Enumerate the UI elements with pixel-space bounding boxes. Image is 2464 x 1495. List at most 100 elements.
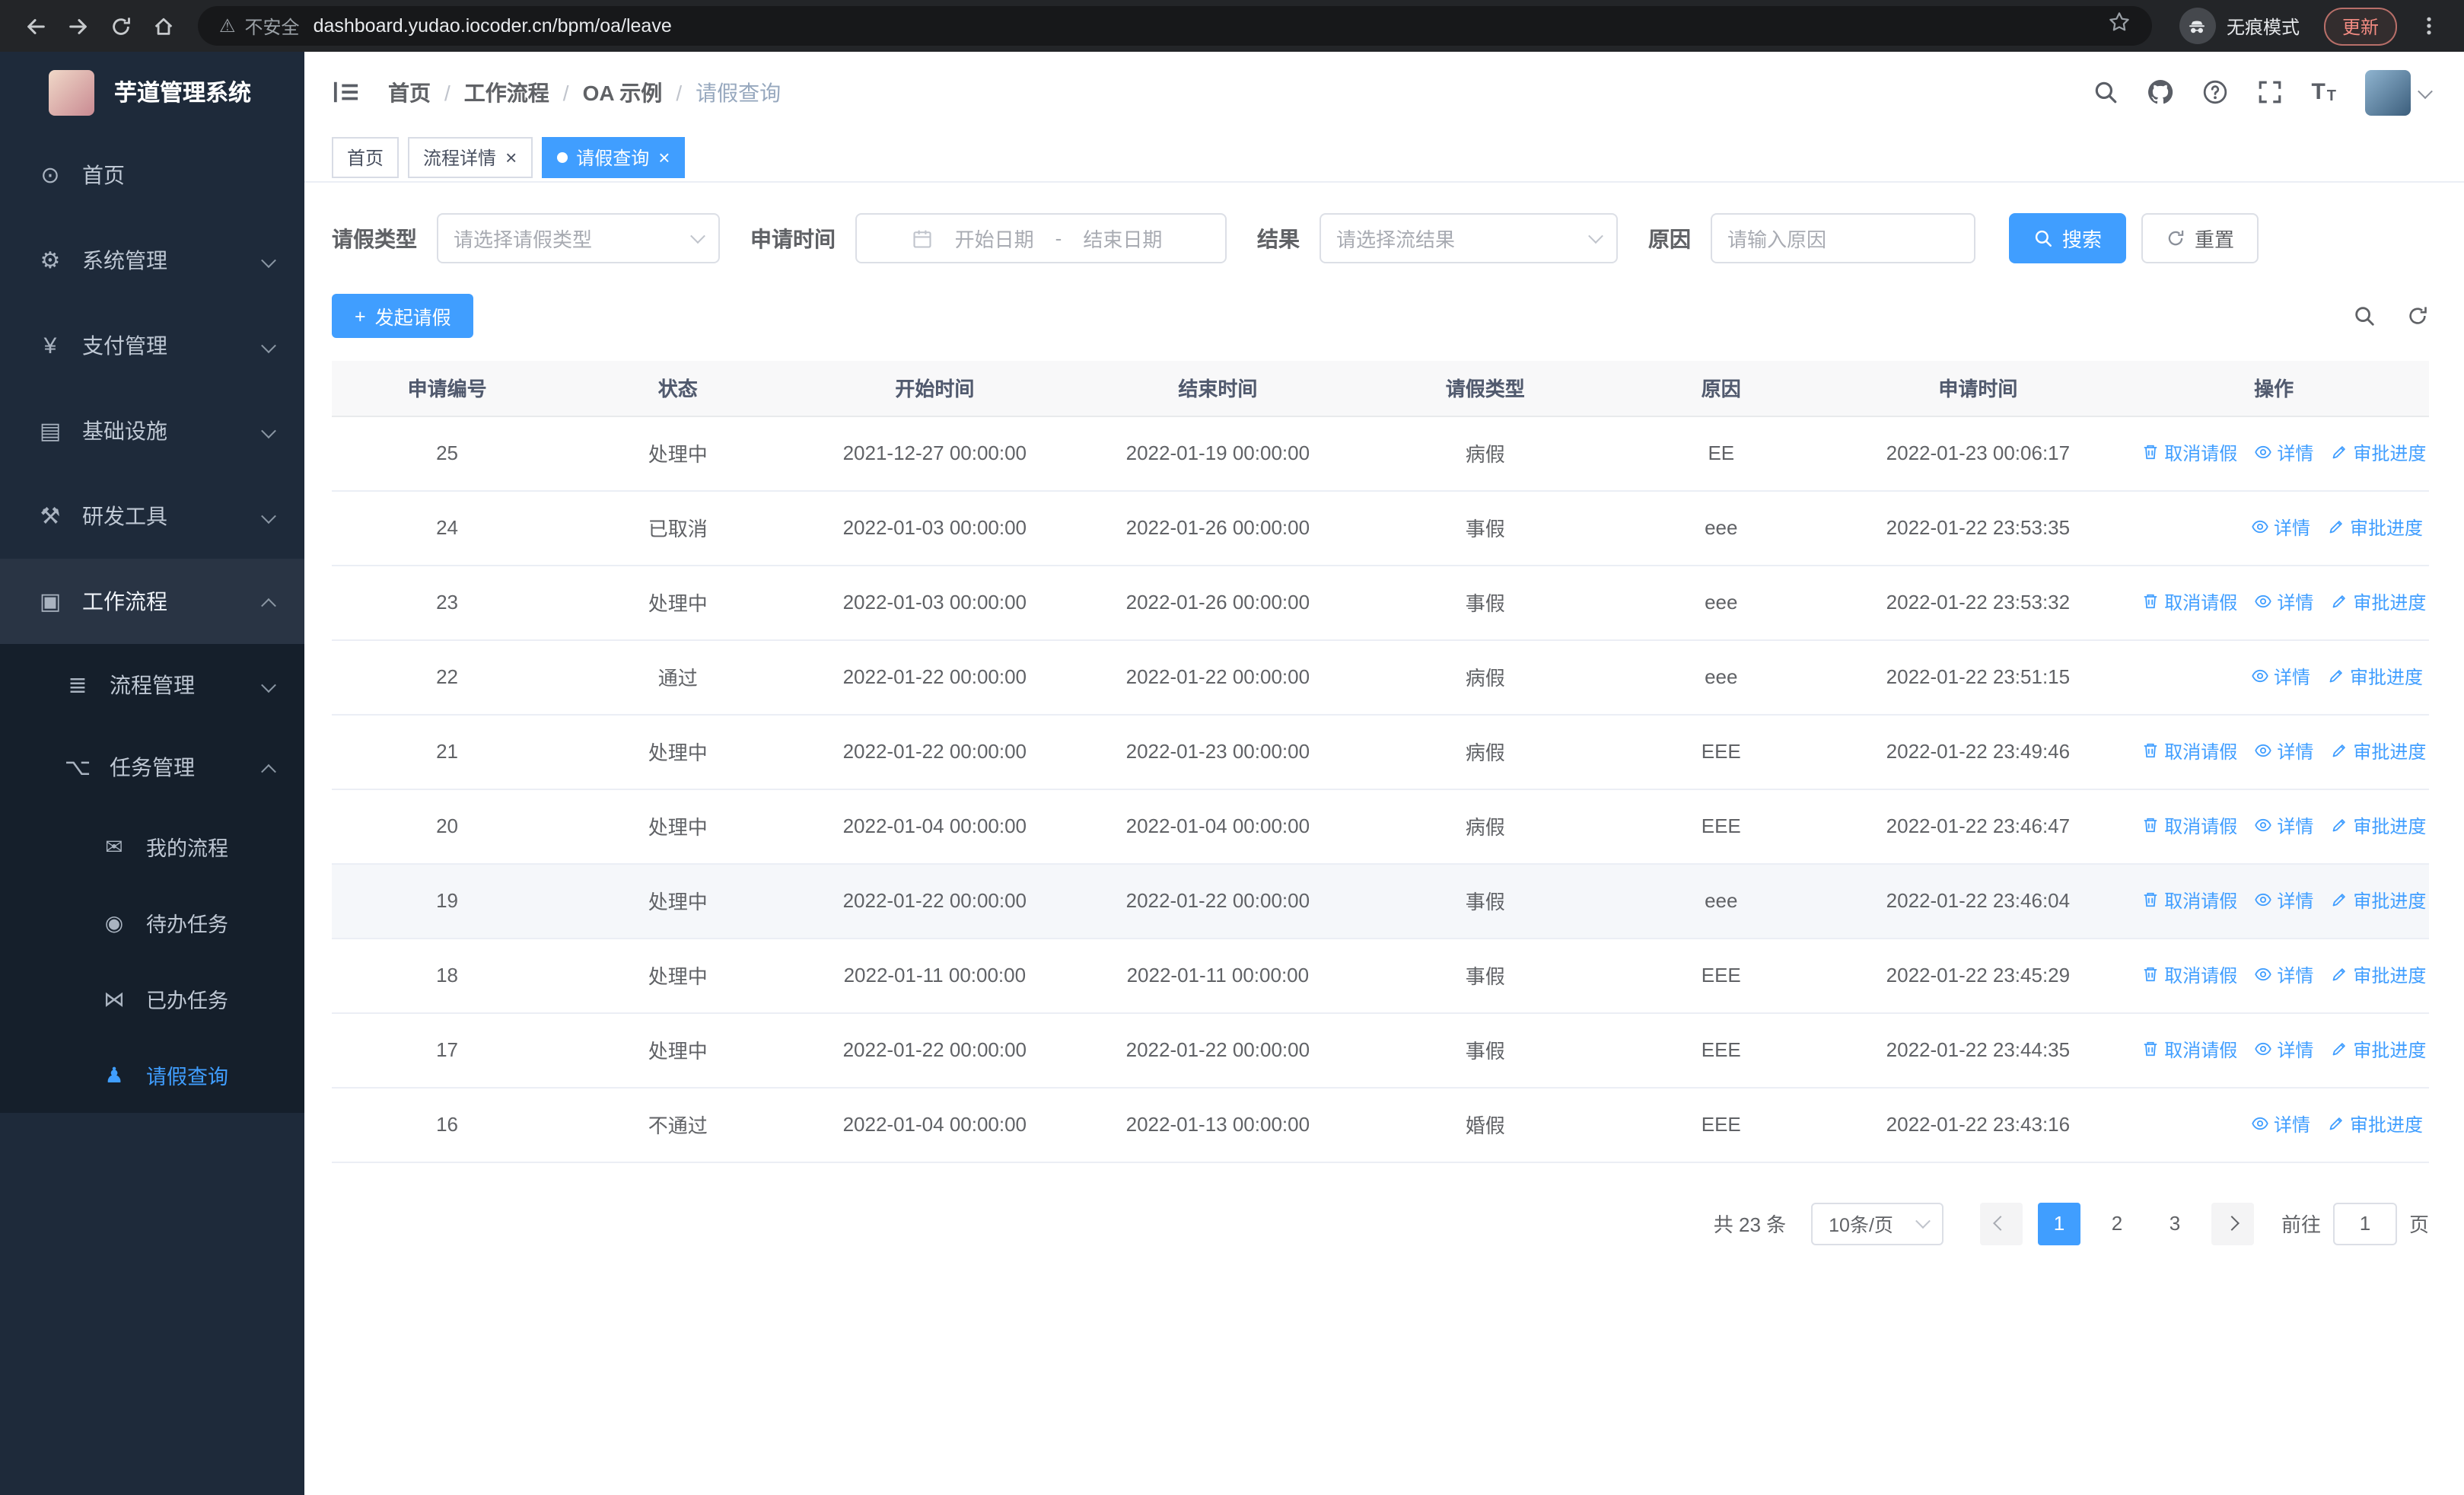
reason-input[interactable]: 请输入原因	[1711, 213, 1975, 263]
approval-progress-link[interactable]: 审批进度	[2327, 515, 2423, 540]
approval-progress-link[interactable]: 审批进度	[2327, 1111, 2423, 1137]
breadcrumb-item[interactable]: 工作流程	[464, 77, 549, 107]
sidebar-item-leave-query[interactable]: ♟ 请假查询	[0, 1037, 304, 1113]
browser-reload-button[interactable]	[100, 6, 140, 46]
fullscreen-icon[interactable]	[2256, 79, 2282, 105]
calendar-icon	[912, 228, 934, 249]
cancel-leave-link[interactable]: 取消请假	[2141, 962, 2237, 988]
detail-link[interactable]: 详情	[2254, 738, 2313, 764]
detail-link[interactable]: 详情	[2251, 1111, 2310, 1137]
chevron-down-icon	[1915, 1213, 1931, 1229]
page-size-select[interactable]: 10条/页	[1810, 1202, 1944, 1245]
cancel-leave-link[interactable]: 取消请假	[2141, 1037, 2237, 1063]
breadcrumb-item[interactable]: OA 示例	[583, 77, 663, 107]
sidebar-logo[interactable]: 芋道管理系统	[0, 52, 304, 132]
reset-button[interactable]: 重置	[2141, 213, 2259, 263]
detail-link[interactable]: 详情	[2254, 962, 2313, 988]
tab-process-detail[interactable]: 流程详情 ×	[408, 136, 533, 177]
approval-progress-link[interactable]: 审批进度	[2330, 1037, 2426, 1063]
github-icon[interactable]	[2147, 79, 2173, 105]
tab-home[interactable]: 首页	[332, 136, 400, 177]
sidebar-item-devtools[interactable]: ⚒ 研发工具	[0, 473, 304, 559]
approval-progress-link[interactable]: 审批进度	[2330, 962, 2426, 988]
approval-progress-link[interactable]: 审批进度	[2330, 440, 2426, 466]
cancel-leave-link[interactable]: 取消请假	[2141, 888, 2237, 913]
sidebar-item-payment[interactable]: ¥ 支付管理	[0, 303, 304, 388]
sidebar-fold-icon[interactable]	[332, 79, 361, 105]
detail-link[interactable]: 详情	[2254, 1037, 2313, 1063]
end-date-input[interactable]: 结束日期	[1075, 224, 1170, 253]
table-row: 19 处理中 2022-01-22 00:00:00 2022-01-22 00:00…	[332, 863, 2429, 939]
font-size-icon[interactable]: TT	[2311, 79, 2336, 105]
cell-status: 处理中	[562, 1012, 794, 1088]
result-label: 结果	[1257, 226, 1300, 250]
sidebar-item-home[interactable]: ⊙ 首页	[0, 132, 304, 218]
message-icon: ✉	[105, 834, 123, 858]
approval-progress-link[interactable]: 审批进度	[2327, 664, 2423, 690]
cell-end-time: 2022-01-23 00:00:00	[1076, 714, 1360, 789]
result-select[interactable]: 请选择流结果	[1320, 213, 1618, 263]
sidebar-item-workflow[interactable]: ▣ 工作流程	[0, 559, 304, 644]
create-leave-button[interactable]: + 发起请假	[332, 294, 474, 338]
tab-leave-query[interactable]: 请假查询 ×	[541, 136, 686, 177]
sidebar-item-label: 研发工具	[82, 504, 167, 528]
breadcrumb-item[interactable]: 首页	[388, 77, 431, 107]
bookmark-star-icon[interactable]	[2108, 11, 2131, 41]
browser-forward-button[interactable]	[58, 6, 97, 46]
goto-page-input[interactable]	[2332, 1202, 2397, 1245]
search-icon[interactable]	[2092, 79, 2118, 105]
sidebar-item-my-process[interactable]: ✉ 我的流程	[0, 808, 304, 885]
page-number-button[interactable]: 2	[2095, 1202, 2138, 1245]
cancel-leave-link[interactable]: 取消请假	[2141, 589, 2237, 615]
prev-page-button[interactable]	[1979, 1202, 2023, 1245]
apply-time-range-picker[interactable]: 开始日期 - 结束日期	[855, 213, 1227, 263]
sidebar-item-infrastructure[interactable]: ▤ 基础设施	[0, 388, 304, 473]
refresh-table-icon[interactable]	[2406, 304, 2429, 327]
detail-link[interactable]: 详情	[2251, 515, 2310, 540]
user-avatar-menu[interactable]	[2365, 69, 2433, 115]
cell-start-time: 2022-01-22 00:00:00	[793, 639, 1077, 715]
next-page-button[interactable]	[2211, 1202, 2254, 1245]
cancel-leave-link[interactable]: 取消请假	[2141, 738, 2237, 764]
sidebar-item-done-tasks[interactable]: ⋈ 已办任务	[0, 961, 304, 1037]
cell-apply-id: 23	[332, 565, 563, 640]
sidebar-item-todo-tasks[interactable]: ◉ 待办任务	[0, 885, 304, 961]
active-dot	[556, 151, 568, 162]
address-bar[interactable]: ⚠ 不安全 dashboard.yudao.iocoder.cn/bpm/oa/…	[198, 6, 2152, 46]
detail-link[interactable]: 详情	[2251, 664, 2310, 690]
browser-back-button[interactable]	[15, 6, 55, 46]
cell-apply-time: 2022-01-22 23:49:46	[1831, 714, 2125, 789]
cell-status: 处理中	[562, 714, 794, 789]
cancel-leave-link[interactable]: 取消请假	[2141, 813, 2237, 839]
detail-link[interactable]: 详情	[2254, 813, 2313, 839]
table-row: 17 处理中 2022-01-22 00:00:00 2022-01-22 00:00…	[332, 1012, 2429, 1088]
cell-apply-time: 2022-01-22 23:43:16	[1831, 1087, 2125, 1162]
browser-home-button[interactable]	[143, 6, 183, 46]
close-icon[interactable]: ×	[658, 147, 670, 167]
page-number-button[interactable]: 3	[2153, 1202, 2196, 1245]
leave-type-select[interactable]: 请选择请假类型	[437, 213, 720, 263]
security-indicator[interactable]: ⚠ 不安全	[219, 13, 300, 39]
start-date-input[interactable]: 开始日期	[947, 224, 1042, 253]
cell-apply-id: 18	[332, 938, 563, 1013]
page-number-button[interactable]: 1	[2037, 1202, 2080, 1245]
sidebar-item-task-management[interactable]: ⌥ 任务管理	[0, 726, 304, 808]
browser-menu-button[interactable]	[2409, 6, 2449, 46]
approval-progress-link[interactable]: 审批进度	[2330, 813, 2426, 839]
help-icon[interactable]	[2201, 79, 2227, 105]
close-icon[interactable]: ×	[505, 147, 517, 167]
cell-end-time: 2022-01-26 00:00:00	[1076, 490, 1360, 566]
approval-progress-link[interactable]: 审批进度	[2330, 888, 2426, 913]
cancel-leave-link[interactable]: 取消请假	[2141, 440, 2237, 466]
search-button[interactable]: 搜索	[2009, 213, 2127, 263]
col-operations: 操作	[2125, 361, 2429, 416]
browser-update-button[interactable]: 更新	[2323, 7, 2397, 45]
sidebar-item-process-management[interactable]: ≣ 流程管理	[0, 644, 304, 726]
detail-link[interactable]: 详情	[2254, 440, 2313, 466]
sidebar-item-system[interactable]: ⚙ 系统管理	[0, 218, 304, 303]
detail-link[interactable]: 详情	[2254, 888, 2313, 913]
toggle-search-icon[interactable]	[2353, 304, 2376, 327]
approval-progress-link[interactable]: 审批进度	[2330, 738, 2426, 764]
detail-link[interactable]: 详情	[2254, 589, 2313, 615]
approval-progress-link[interactable]: 审批进度	[2330, 589, 2426, 615]
